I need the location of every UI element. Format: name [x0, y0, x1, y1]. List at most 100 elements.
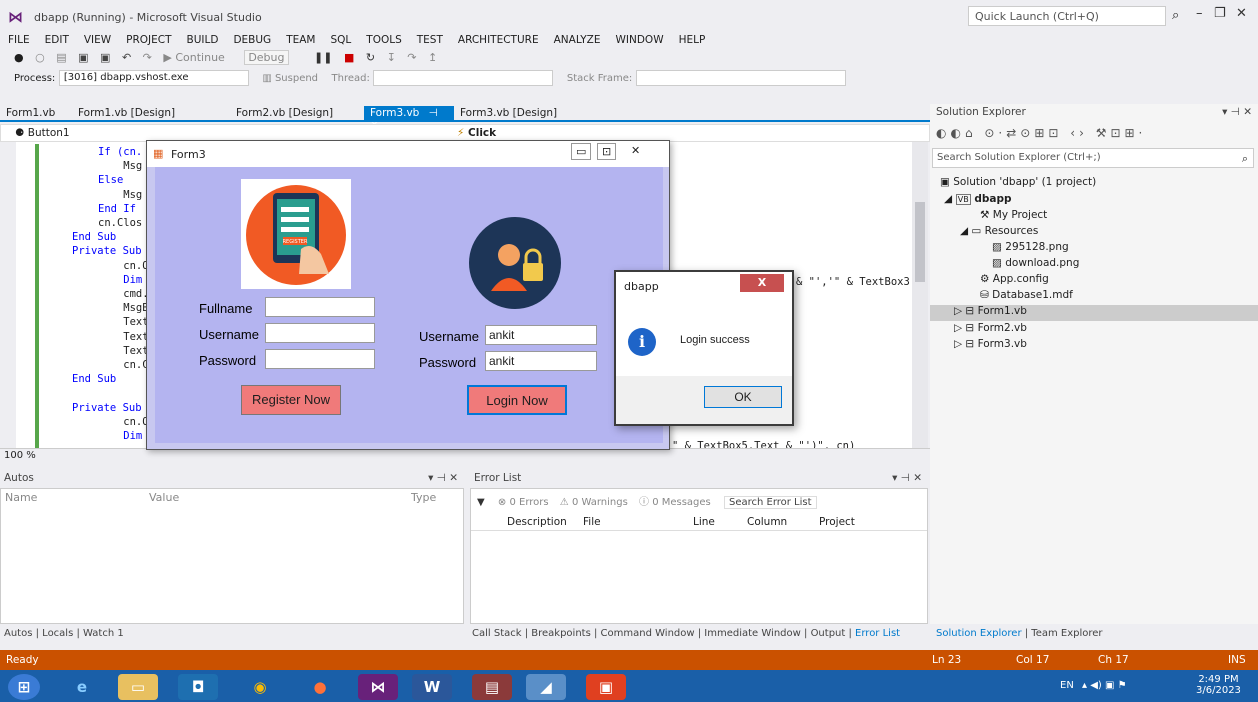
undo-icon[interactable]: ↶: [122, 51, 131, 64]
menu-architecture[interactable]: ARCHITECTURE: [458, 32, 539, 46]
col-line[interactable]: Line: [693, 516, 715, 528]
solution-search-input[interactable]: Search Solution Explorer (Ctrl+;): [932, 148, 1254, 168]
tab-form3-vb[interactable]: Form3.vb ⊣ ✕: [364, 106, 454, 131]
clock[interactable]: 2:49 PM 3/6/2023: [1196, 674, 1241, 696]
menu-view[interactable]: VIEW: [84, 32, 111, 46]
menu-tools[interactable]: TOOLS: [366, 32, 401, 46]
start-button[interactable]: ⊞: [8, 674, 40, 700]
login-password-input[interactable]: ankit: [485, 351, 597, 371]
register-now-button[interactable]: Register Now: [241, 385, 341, 415]
tree-form2[interactable]: ▷ ⊟ Form2.vb: [954, 322, 1027, 334]
close-button[interactable]: ✕: [1236, 6, 1247, 21]
solution-explorer-toolbar[interactable]: ◐◐⌂ ⊙·⇄⊙⊞⊡ ‹› ⚒⊡⊞·: [936, 126, 1146, 140]
menu-edit[interactable]: EDIT: [45, 32, 69, 46]
save-all-icon[interactable]: ▣: [100, 51, 110, 64]
step-over-icon[interactable]: ↷: [407, 51, 416, 64]
language-indicator[interactable]: EN: [1060, 680, 1074, 691]
menu-sql[interactable]: SQL: [331, 32, 352, 46]
messages-filter[interactable]: ⓘ 0 Messages: [639, 497, 711, 508]
menu-build[interactable]: BUILD: [187, 32, 219, 46]
tree-image-2[interactable]: ▨ download.png: [992, 257, 1079, 269]
forward-icon[interactable]: ○: [35, 51, 45, 64]
tab-immediate-window[interactable]: Immediate Window: [704, 628, 801, 639]
stack-frame-dropdown[interactable]: [635, 70, 846, 86]
solution-explorer-close-icon[interactable]: ▾ ⊣ ✕: [1222, 106, 1252, 118]
form-app-icon[interactable]: ▣: [586, 674, 626, 700]
tree-form3[interactable]: ▷ ⊟ Form3.vb: [954, 338, 1027, 350]
fullname-input[interactable]: [265, 297, 375, 317]
tab-error-list[interactable]: Error List: [855, 628, 900, 639]
tab-form1-design[interactable]: Form1.vb [Design]: [72, 106, 181, 121]
menu-debug[interactable]: DEBUG: [233, 32, 271, 46]
menu-help[interactable]: HELP: [679, 32, 706, 46]
form3-minimize[interactable]: ▭: [571, 143, 592, 160]
tab-watch1[interactable]: Watch 1: [83, 628, 124, 639]
tree-my-project[interactable]: ⚒ My Project: [980, 209, 1047, 221]
menu-analyze[interactable]: ANALYZE: [554, 32, 601, 46]
thread-dropdown[interactable]: [373, 70, 554, 86]
register-username-input[interactable]: [265, 323, 375, 343]
col-project[interactable]: Project: [819, 516, 855, 528]
col-file[interactable]: File: [583, 516, 601, 528]
filter-icon[interactable]: ▼: [477, 497, 485, 508]
restart-icon[interactable]: ↻: [366, 51, 375, 64]
file-explorer-icon[interactable]: ▭: [118, 674, 158, 700]
step-into-icon[interactable]: ↧: [387, 51, 396, 64]
register-password-input[interactable]: [265, 349, 375, 369]
menu-window[interactable]: WINDOW: [616, 32, 664, 46]
login-username-input[interactable]: ankit: [485, 325, 597, 345]
tab-breakpoints[interactable]: Breakpoints: [531, 628, 591, 639]
menu-project[interactable]: PROJECT: [126, 32, 171, 46]
msgbox-close-button[interactable]: X: [740, 274, 784, 292]
restore-button[interactable]: ❐: [1214, 6, 1226, 21]
scroll-thumb[interactable]: [915, 202, 925, 282]
tab-locals[interactable]: Locals: [42, 628, 73, 639]
tree-image-1[interactable]: ▨ 295128.png: [992, 241, 1069, 253]
tray-icons[interactable]: ▴ ◀) ▣ ⚑: [1082, 680, 1127, 691]
menu-file[interactable]: FILE: [8, 32, 30, 46]
firefox-icon[interactable]: ●: [300, 674, 340, 700]
tab-solution-explorer[interactable]: Solution Explorer: [936, 628, 1022, 639]
ok-button[interactable]: OK: [704, 386, 782, 408]
search-icon[interactable]: ⌕: [1242, 152, 1248, 166]
tab-form3-design[interactable]: Form3.vb [Design]: [454, 106, 563, 121]
tree-form1[interactable]: ▷ ⊟ Form1.vb: [930, 305, 1258, 321]
tree-database[interactable]: ⛁ Database1.mdf: [980, 289, 1073, 301]
process-dropdown[interactable]: [3016] dbapp.vshost.exe: [58, 70, 249, 86]
menu-team[interactable]: TEAM: [286, 32, 315, 46]
suspend-button[interactable]: ▥ Suspend: [262, 73, 318, 84]
col-column[interactable]: Column: [747, 516, 787, 528]
tab-team-explorer[interactable]: Team Explorer: [1031, 628, 1102, 639]
errors-filter[interactable]: ⊗ 0 Errors: [498, 497, 549, 508]
menu-test[interactable]: TEST: [417, 32, 443, 46]
editor-horizontal-scrollbar[interactable]: 100 %: [0, 448, 930, 464]
tree-solution[interactable]: ▣ Solution 'dbapp' (1 project): [940, 176, 1096, 188]
step-out-icon[interactable]: ↥: [428, 51, 437, 64]
tree-project[interactable]: ◢ VB dbapp: [944, 193, 1012, 205]
tab-output[interactable]: Output: [811, 628, 846, 639]
config-dropdown[interactable]: Debug: [244, 50, 289, 65]
form3-maximize[interactable]: ⊡: [597, 143, 617, 160]
tab-form2-design[interactable]: Form2.vb [Design]: [230, 106, 339, 121]
stop-icon[interactable]: ■: [344, 51, 354, 64]
chrome-icon[interactable]: ◉: [240, 674, 280, 700]
search-icon[interactable]: ⌕: [1172, 8, 1179, 23]
pin-icon[interactable]: ⊣: [429, 107, 438, 119]
word-icon[interactable]: W: [412, 674, 452, 700]
winrar-icon[interactable]: ▤: [472, 674, 512, 700]
col-description[interactable]: Description: [507, 516, 567, 528]
ie-icon[interactable]: e: [62, 674, 102, 700]
tree-app-config[interactable]: ⚙ App.config: [980, 273, 1049, 285]
app-icon[interactable]: ◢: [526, 674, 566, 700]
new-project-icon[interactable]: ▤: [56, 51, 66, 64]
class-dropdown[interactable]: ⚈ Button1: [15, 127, 70, 139]
back-icon[interactable]: ●: [14, 51, 24, 64]
editor-vertical-scrollbar[interactable]: [912, 142, 928, 448]
tab-call-stack[interactable]: Call Stack: [472, 628, 522, 639]
error-list-close-icon[interactable]: ▾ ⊣ ✕: [892, 472, 922, 484]
visual-studio-icon[interactable]: ⋈: [358, 674, 398, 700]
quick-launch-input[interactable]: Quick Launch (Ctrl+Q): [968, 6, 1166, 26]
form3-close[interactable]: ✕: [623, 143, 648, 158]
minimize-button[interactable]: –: [1196, 6, 1203, 21]
method-dropdown[interactable]: ⚡ Click: [457, 127, 496, 139]
